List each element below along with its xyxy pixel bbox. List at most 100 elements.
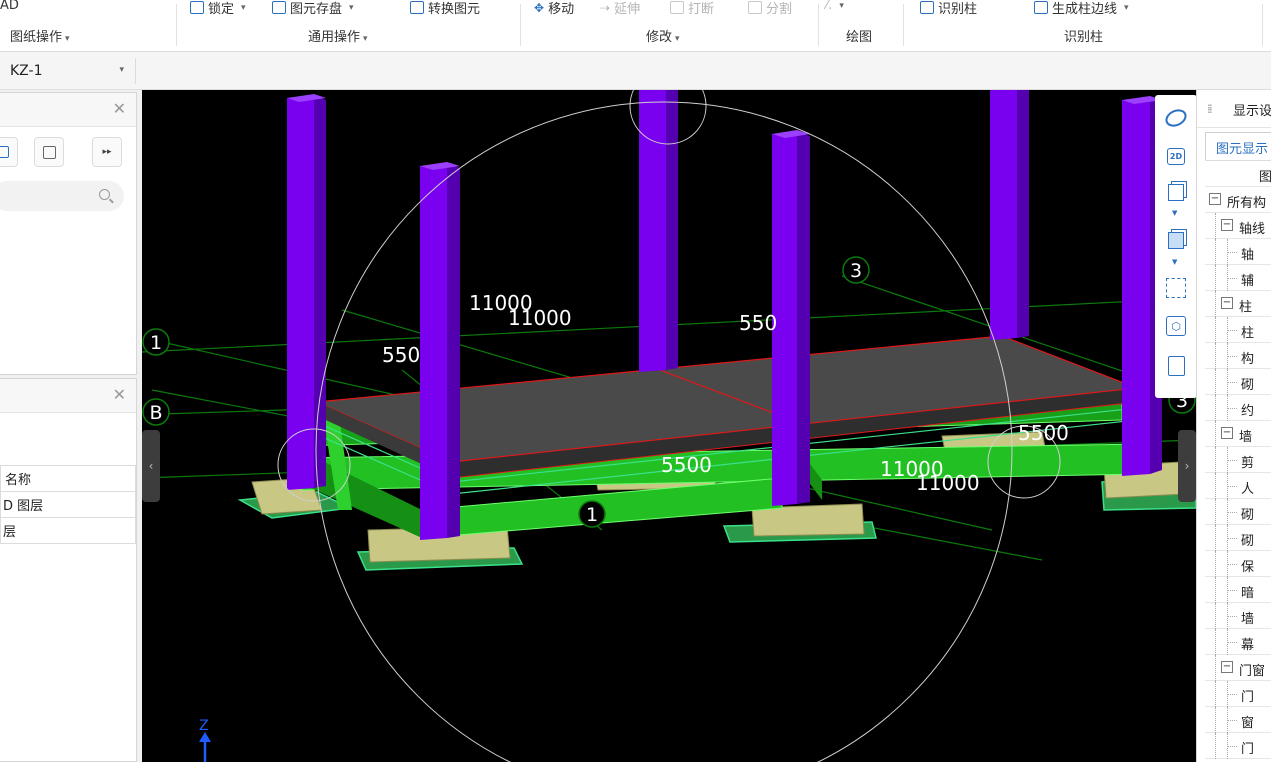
- close-icon[interactable]: ✕: [113, 385, 126, 404]
- table-row[interactable]: 层: [0, 517, 136, 544]
- dimension-label: 11000: [916, 471, 980, 495]
- tree-row[interactable]: 暗: [1205, 577, 1271, 603]
- orbit-view-button[interactable]: [1162, 105, 1190, 131]
- tree-row[interactable]: − 墙: [1205, 421, 1271, 447]
- tree-row[interactable]: 人: [1205, 473, 1271, 499]
- solid-cube-button[interactable]: [1163, 227, 1189, 253]
- draw-tool-button[interactable]: ⁄. ▾: [826, 0, 844, 13]
- identify-column-button[interactable]: 识别柱: [920, 0, 977, 17]
- generate-edge-button[interactable]: 生成柱边线 ▾: [1034, 0, 1129, 17]
- tree-row[interactable]: 幕: [1205, 629, 1271, 655]
- collapse-toggle-icon[interactable]: −: [1221, 219, 1233, 231]
- tree-row[interactable]: 约: [1205, 395, 1271, 421]
- tree-row-label: 剪: [1241, 456, 1255, 471]
- search-input[interactable]: [0, 181, 92, 211]
- wireframe-cube-button[interactable]: [1163, 179, 1189, 205]
- tree-row[interactable]: 保: [1205, 551, 1271, 577]
- split-button[interactable]: 分割: [748, 0, 792, 17]
- tree-row[interactable]: 轴: [1205, 239, 1271, 265]
- save-element-button[interactable]: 图元存盘 ▾: [272, 0, 354, 17]
- fit-view-button[interactable]: [1163, 275, 1189, 301]
- tree-row-label: 辅: [1241, 274, 1255, 289]
- group-common-ops[interactable]: 通用操作 ▾: [308, 26, 368, 45]
- dimension-label: 550: [739, 311, 777, 335]
- tree-row-label: 窗: [1241, 716, 1255, 731]
- chevron-down-icon[interactable]: ▼: [1172, 258, 1177, 266]
- new-icon: [0, 146, 9, 158]
- tree-row[interactable]: − 柱: [1205, 291, 1271, 317]
- group-modify[interactable]: 修改 ▾: [646, 26, 680, 45]
- tree-row[interactable]: 窗: [1205, 707, 1271, 733]
- search-icon[interactable]: [99, 189, 110, 200]
- selector-bar: KZ-1 ▾: [0, 52, 1271, 90]
- split-icon: [748, 1, 762, 14]
- drag-grip-icon[interactable]: ⁞⁞: [1207, 102, 1212, 116]
- axis-label: B: [149, 402, 162, 424]
- collapse-toggle-icon[interactable]: −: [1221, 661, 1233, 673]
- more-button[interactable]: ▸▸: [92, 137, 122, 167]
- collapse-toggle-icon[interactable]: −: [1209, 193, 1221, 205]
- tree-row-label: 幕: [1241, 638, 1255, 653]
- tree-row-label: 墙: [1239, 430, 1253, 445]
- chevron-down-icon[interactable]: ▼: [1172, 209, 1177, 217]
- tree-row[interactable]: 墙: [1205, 603, 1271, 629]
- group-drawing-ops[interactable]: 图纸操作 ▾: [10, 26, 70, 45]
- tree-row-label: 门: [1241, 742, 1255, 757]
- copy-component-button[interactable]: [34, 137, 64, 167]
- search-box: [0, 181, 124, 211]
- lock-icon: [190, 1, 204, 14]
- tree-row[interactable]: − 所有构: [1205, 187, 1271, 213]
- tree-row[interactable]: 柱: [1205, 317, 1271, 343]
- 3d-viewport[interactable]: 1 B 3 1 3 11000 11000 550 550 5500 5500 …: [142, 90, 1196, 762]
- tree-row[interactable]: 砌: [1205, 499, 1271, 525]
- tree-row[interactable]: − 轴线: [1205, 213, 1271, 239]
- break-button[interactable]: 打断: [670, 0, 714, 17]
- tree-row-label: 砌: [1241, 508, 1255, 523]
- collapse-right-tab[interactable]: ›: [1178, 430, 1196, 502]
- ribbon: AD 锁定 ▾ 图元存盘 ▾ 转换图元 ✥ 移动 ⇢ 延伸 打断 分割 ⁄. ▾ 识别…: [0, 0, 1271, 52]
- convert-element-button[interactable]: 转换图元: [410, 0, 480, 17]
- axis-label: 3: [850, 260, 862, 282]
- tree-row[interactable]: 剪: [1205, 447, 1271, 473]
- tree-row-label: 门窗: [1239, 664, 1266, 679]
- collapse-toggle-icon[interactable]: −: [1221, 297, 1233, 309]
- display-settings-panel: ⁞⁞ 显示设 图元显示 图 − 所有构 − 轴线轴辅 − 柱柱构砌约 − 墙剪人砌砌保暗墙幕 −…: [1196, 90, 1271, 762]
- view-2d-button[interactable]: 2D: [1163, 143, 1189, 169]
- component-selector[interactable]: KZ-1 ▾: [0, 56, 132, 86]
- dimension-label: 5500: [1018, 421, 1069, 445]
- tree-row[interactable]: 门: [1205, 681, 1271, 707]
- tree-row-label: 人: [1241, 482, 1255, 497]
- new-component-button[interactable]: [0, 137, 18, 167]
- tree-row[interactable]: 构: [1205, 343, 1271, 369]
- display-list-button[interactable]: [1163, 353, 1189, 379]
- extend-button[interactable]: ⇢ 延伸: [600, 0, 640, 18]
- group-draw: 绘图: [846, 30, 873, 45]
- tree-row-label: 保: [1241, 560, 1255, 575]
- isolate-view-button[interactable]: ⬡: [1163, 313, 1189, 339]
- tree-row[interactable]: − 门窗: [1205, 655, 1271, 681]
- left-panels: ✕ ▸▸ ✕ 名称 D 图层 层: [0, 90, 142, 762]
- fit-view-icon: [1166, 278, 1186, 298]
- panel-header: ⁞⁞ 显示设: [1197, 90, 1271, 128]
- tree-row-label: 暗: [1241, 586, 1255, 601]
- 2d-icon: 2D: [1166, 147, 1186, 165]
- collapse-left-tab[interactable]: ‹: [142, 430, 160, 502]
- table-row[interactable]: D 图层: [0, 491, 136, 518]
- collapse-toggle-icon[interactable]: −: [1221, 427, 1233, 439]
- tree-row-label: 柱: [1241, 326, 1255, 341]
- identify-column-icon: [920, 1, 934, 14]
- panel-header: ✕: [0, 93, 136, 127]
- lock-button[interactable]: 锁定 ▾: [190, 0, 246, 17]
- tree-row[interactable]: 砌: [1205, 369, 1271, 395]
- tree-row[interactable]: 门: [1205, 733, 1271, 759]
- move-button[interactable]: ✥ 移动: [534, 0, 574, 18]
- layer-table: 名称 D 图层 层: [0, 465, 136, 544]
- double-chevron-right-icon: ▸▸: [102, 147, 112, 157]
- tab-element-display[interactable]: 图元显示: [1205, 132, 1271, 160]
- tree-row-label: 门: [1241, 690, 1255, 705]
- cube-in-box-icon: ⬡: [1166, 316, 1186, 336]
- tree-row[interactable]: 辅: [1205, 265, 1271, 291]
- close-icon[interactable]: ✕: [113, 99, 126, 118]
- tree-row-label: 构: [1241, 352, 1255, 367]
- tree-row[interactable]: 砌: [1205, 525, 1271, 551]
